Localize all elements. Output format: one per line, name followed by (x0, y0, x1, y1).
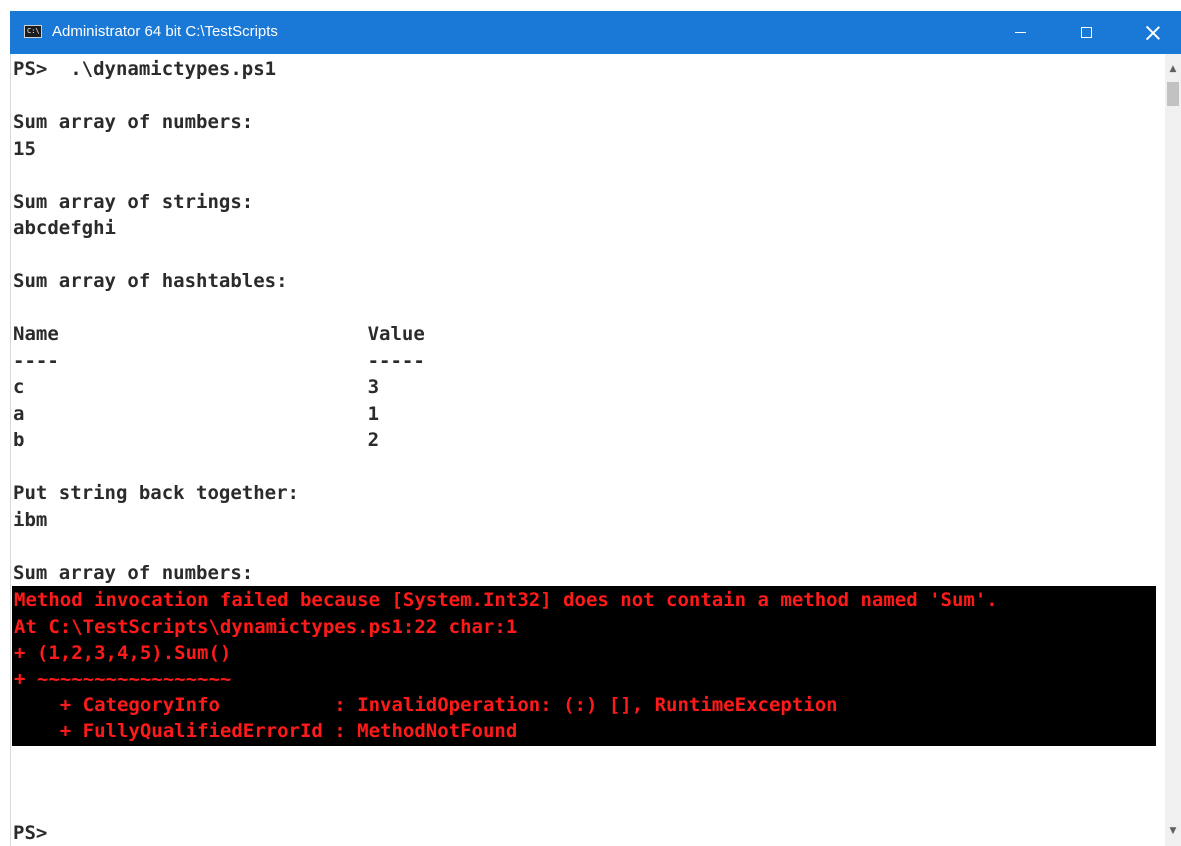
table-header: Name Value (13, 323, 425, 345)
scroll-down-icon[interactable]: ▼ (1168, 826, 1178, 836)
console-line: abcdefghi (13, 217, 116, 239)
console-line: Put string back together: (13, 482, 299, 504)
maximize-icon (1081, 27, 1092, 38)
error-line: At C:\TestScripts\dynamictypes.ps1:22 ch… (14, 616, 518, 638)
console-line: Sum array of numbers: (13, 111, 254, 133)
console-icon[interactable]: C:\ (24, 25, 42, 38)
scroll-up-icon[interactable]: ▲ (1168, 64, 1178, 74)
vertical-scrollbar[interactable]: ▲ ▼ (1165, 54, 1181, 846)
table-row: a 1 (13, 403, 380, 425)
console-line: ibm (13, 509, 48, 531)
table-row: b 2 (13, 429, 380, 451)
console-output[interactable]: PS> .\dynamictypes.ps1 Sum array of numb… (10, 54, 1165, 846)
console-line: Sum array of strings: (13, 191, 254, 213)
close-button[interactable] (1123, 11, 1181, 54)
error-line: + FullyQualifiedErrorId : MethodNotFound (14, 720, 518, 742)
error-line: Method invocation failed because [System… (14, 589, 998, 611)
console-line: PS> .\dynamictypes.ps1 (13, 58, 277, 80)
table-row: c 3 (13, 376, 380, 398)
error-line: + ~~~~~~~~~~~~~~~~~ (14, 668, 232, 690)
maximize-button[interactable] (1056, 11, 1116, 54)
error-line: + (1,2,3,4,5).Sum() (14, 642, 232, 664)
minimize-button[interactable] (990, 11, 1050, 54)
table-separator: ---- ----- (13, 350, 425, 372)
prompt[interactable]: PS> (13, 820, 47, 846)
console-line: 15 (13, 138, 36, 160)
scroll-thumb[interactable] (1167, 82, 1179, 106)
title-bar[interactable]: C:\ Administrator 64 bit C:\TestScripts (10, 11, 1181, 54)
powershell-window: C:\ Administrator 64 bit C:\TestScripts … (0, 0, 1181, 846)
close-icon (1146, 26, 1160, 40)
console-line: Sum array of numbers: (13, 562, 254, 584)
console-line: Sum array of hashtables: (13, 270, 288, 292)
minimize-icon (1015, 32, 1026, 33)
error-line: + CategoryInfo : InvalidOperation: (:) [… (14, 694, 838, 716)
error-output: Method invocation failed because [System… (12, 586, 1156, 746)
window-title: Administrator 64 bit C:\TestScripts (52, 23, 278, 40)
